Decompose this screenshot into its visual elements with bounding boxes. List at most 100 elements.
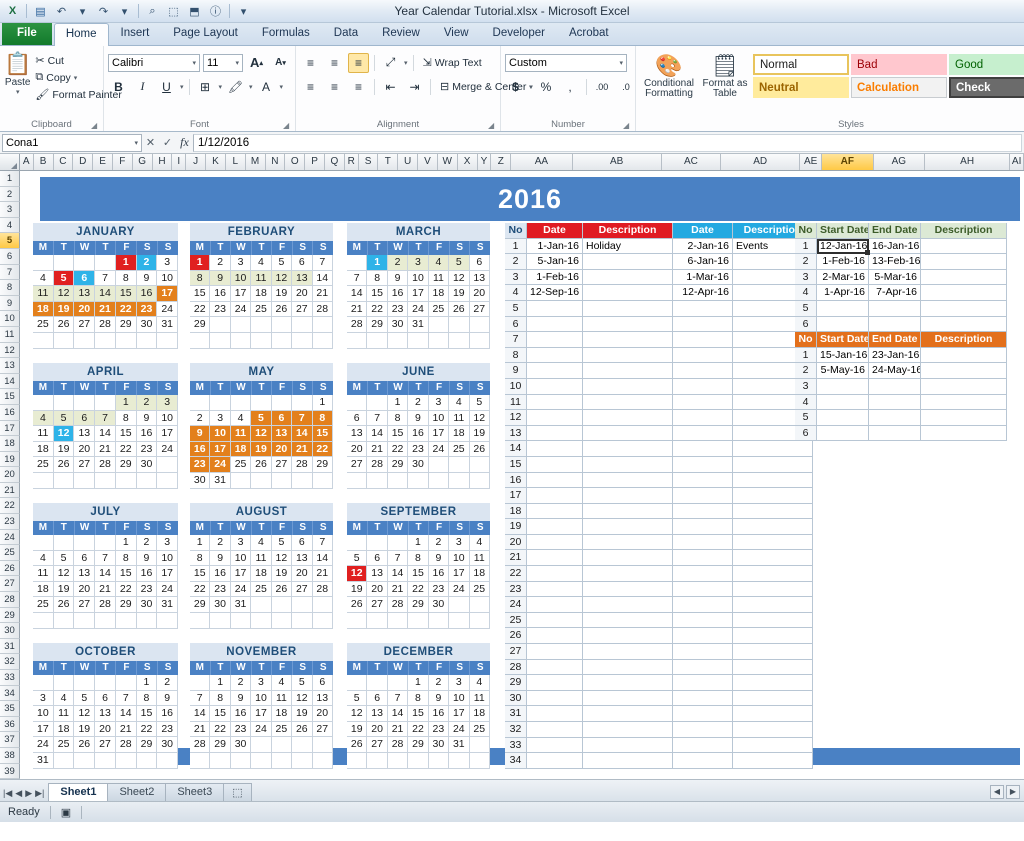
calendar-day-cell[interactable]: 2 xyxy=(428,675,450,691)
font-name-select[interactable]: Calibri ▾ xyxy=(108,53,200,72)
cell-description[interactable] xyxy=(583,737,673,754)
decrease-indent-button[interactable]: ⇤ xyxy=(380,77,401,97)
calendar-day-cell[interactable]: 5 xyxy=(449,255,470,271)
table-row[interactable] xyxy=(673,363,813,379)
calendar-day-cell[interactable]: 13 xyxy=(74,566,96,582)
cell-no[interactable]: 10 xyxy=(505,378,527,395)
calendar-day-cell[interactable]: 14 xyxy=(292,426,313,442)
calendar-day-cell[interactable] xyxy=(312,472,333,489)
cell-date[interactable] xyxy=(673,675,733,691)
calendar-day-cell[interactable]: 17 xyxy=(230,566,252,582)
calendar-day-cell[interactable]: 27 xyxy=(312,721,333,738)
calendar-day-cell[interactable]: 5 xyxy=(292,675,313,691)
row-header-30[interactable]: 30 xyxy=(0,623,20,639)
cell-date[interactable] xyxy=(527,332,583,348)
calendar-day-cell[interactable]: 13 xyxy=(95,706,116,722)
row-header-35[interactable]: 35 xyxy=(0,701,20,717)
table-row[interactable]: 4 xyxy=(795,394,1007,411)
table-row[interactable] xyxy=(673,690,813,707)
calendar-day-cell[interactable] xyxy=(367,675,388,691)
calendar-day-cell[interactable] xyxy=(190,332,211,349)
calendar-day-cell[interactable]: 27 xyxy=(367,597,388,613)
row-header-22[interactable]: 22 xyxy=(0,498,20,515)
cell-description[interactable] xyxy=(583,347,673,364)
calendar-day-cell[interactable]: 12 xyxy=(74,706,96,722)
calendar-day-cell[interactable] xyxy=(74,395,96,411)
calendar-day-cell[interactable] xyxy=(251,612,272,629)
cell-date[interactable] xyxy=(527,550,583,567)
calendar-day-cell[interactable]: 26 xyxy=(53,317,75,333)
cell-description[interactable] xyxy=(921,269,1007,286)
calendar-day-cell[interactable]: 3 xyxy=(210,410,231,427)
borders-dropdown-icon[interactable]: ▾ xyxy=(219,83,223,91)
calendar-day-cell[interactable] xyxy=(387,332,409,349)
calendar-day-cell[interactable] xyxy=(271,752,293,769)
calendar-day-cell[interactable]: 29 xyxy=(312,457,333,473)
calendar-day-cell[interactable] xyxy=(312,332,333,349)
sheet-tab-sheet1[interactable]: Sheet1 xyxy=(48,783,109,801)
calendar-day-cell[interactable]: 21 xyxy=(190,721,211,738)
ribbon-tab-formulas[interactable]: Formulas xyxy=(250,22,322,45)
calendar-day-cell[interactable] xyxy=(292,332,313,349)
table-row[interactable]: 9 xyxy=(505,363,673,379)
calendar-day-cell[interactable] xyxy=(367,472,388,489)
calendar-day-cell[interactable] xyxy=(95,472,116,489)
decrease-decimal-button[interactable]: .0 xyxy=(616,77,637,97)
cell-date[interactable] xyxy=(527,441,583,457)
calendar-day-cell[interactable]: 16 xyxy=(210,566,231,582)
cell-description[interactable] xyxy=(733,690,813,707)
calendar-day-cell[interactable]: 22 xyxy=(408,721,429,738)
column-header-AD[interactable]: AD xyxy=(721,154,801,170)
sheet-tab-strip[interactable]: |◀ ◀ ▶ ▶| Sheet1 Sheet2 Sheet3 ⬚ ◀ ▶ xyxy=(0,779,1024,801)
calendar-day-cell[interactable]: 18 xyxy=(449,426,470,442)
cell-date[interactable] xyxy=(527,394,583,411)
calendar-day-cell[interactable]: 6 xyxy=(271,410,293,427)
cell-date[interactable] xyxy=(527,503,583,520)
ribbon-tab-insert[interactable]: Insert xyxy=(109,22,162,45)
wrap-text-button[interactable]: ⇲ Wrap Text xyxy=(419,54,486,71)
cell-date[interactable] xyxy=(527,675,583,691)
calendar-day-cell[interactable]: 14 xyxy=(312,550,333,567)
table-row[interactable]: 16 xyxy=(505,472,673,489)
calendar-day-cell[interactable]: 17 xyxy=(449,706,470,722)
calendar-day-cell[interactable]: 5 xyxy=(53,270,75,287)
row-header-33[interactable]: 33 xyxy=(0,670,20,686)
calendar-day-cell[interactable] xyxy=(271,737,293,753)
table-row[interactable] xyxy=(673,706,813,722)
calendar-day-cell[interactable]: 23 xyxy=(210,581,231,598)
table-row[interactable]: 12 xyxy=(505,410,673,426)
cell-description[interactable] xyxy=(583,675,673,691)
calendar-day-cell[interactable] xyxy=(53,535,75,551)
table-row[interactable]: 29 xyxy=(505,675,673,691)
calendar-day-cell[interactable]: 25 xyxy=(449,441,470,458)
table-row[interactable] xyxy=(673,347,813,364)
calendar-day-cell[interactable]: 8 xyxy=(190,550,211,567)
font-size-select[interactable]: 11 ▾ xyxy=(203,53,243,72)
calendar-day-cell[interactable]: 6 xyxy=(74,550,96,567)
cell-date[interactable] xyxy=(673,597,733,613)
calendar-day-cell[interactable]: 17 xyxy=(210,441,231,458)
calendar-day-cell[interactable] xyxy=(312,737,333,753)
table-row[interactable]: 4 1-Apr-16 7-Apr-16 xyxy=(795,285,1007,301)
cell-no[interactable]: 6 xyxy=(795,425,817,442)
calendar-day-cell[interactable] xyxy=(230,317,252,333)
cell-date[interactable] xyxy=(673,503,733,520)
calendar-day-cell[interactable]: 17 xyxy=(449,566,470,582)
table-row[interactable] xyxy=(673,550,813,567)
row-header-38[interactable]: 38 xyxy=(0,747,20,764)
calendar-day-cell[interactable]: 17 xyxy=(230,286,252,302)
cell-no[interactable]: 27 xyxy=(505,644,527,660)
underline-button[interactable]: U xyxy=(156,77,177,97)
column-header-E[interactable]: E xyxy=(93,154,113,170)
cell-description[interactable] xyxy=(583,456,673,473)
calendar-day-cell[interactable] xyxy=(387,675,409,691)
number-dialog-launcher[interactable]: ◢ xyxy=(623,121,632,130)
print-preview-icon[interactable]: ⌕ xyxy=(143,2,162,21)
sheet-canvas[interactable]: 2016 JANUARY M T W T F S S 1 2 3 4 5 6 7 8 9 10 11 12 13 14 15… xyxy=(20,171,1024,779)
calendar-day-cell[interactable]: 28 xyxy=(387,737,409,753)
cell-description[interactable] xyxy=(733,503,813,520)
row-header-1[interactable]: 1 xyxy=(0,171,20,187)
cell-no[interactable]: 26 xyxy=(505,628,527,645)
calendar-day-cell[interactable] xyxy=(428,317,450,333)
calendar-day-cell[interactable]: 27 xyxy=(74,317,96,333)
